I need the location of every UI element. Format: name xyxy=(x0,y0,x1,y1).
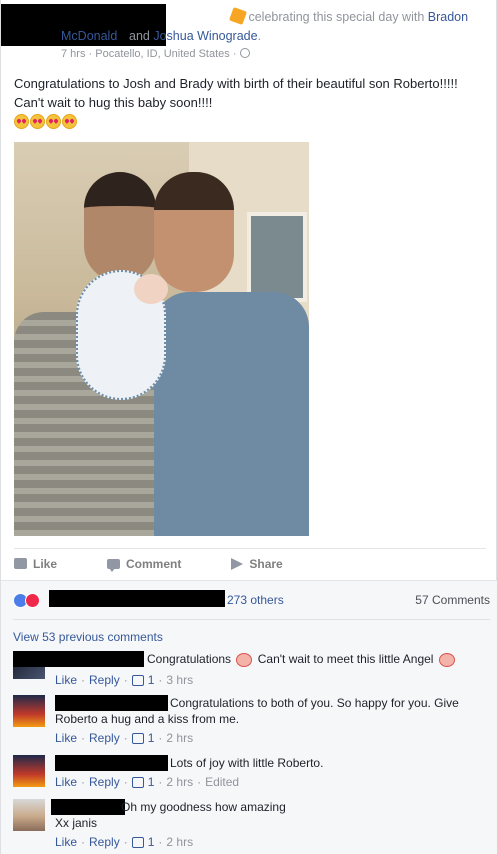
love-reaction-icon xyxy=(25,593,40,608)
like-label: Like xyxy=(33,556,58,571)
comments-count-link[interactable]: 57 Comments xyxy=(415,593,490,607)
comment-text-line-2: Xx janis xyxy=(55,816,98,830)
separator: · xyxy=(232,48,237,60)
photo-baby-face xyxy=(134,274,168,304)
comment-reply-link[interactable]: Reply xyxy=(89,673,120,687)
feedback-section: 273 others 57 Comments View 53 previous … xyxy=(1,580,497,854)
post-meta: 7 hrs · Pocatello, ID, United States · xyxy=(61,48,250,60)
comment-like-count[interactable]: 1 xyxy=(148,673,155,687)
comment-text: Oh my goodness how amazing xyxy=(121,800,286,814)
comment-icon xyxy=(107,558,121,572)
comment-text-part: Can't wait to meet this little Angel xyxy=(257,652,434,666)
facebook-post: celebrating this special day with Bradon… xyxy=(0,0,497,854)
comment-text-part: Congratulations xyxy=(147,652,232,666)
comment-item: Lots of joy with little Roberto. Like · R… xyxy=(13,753,488,797)
thumbs-up-icon xyxy=(131,836,144,848)
comment-item: Congratulations Can't wait to meet this … xyxy=(13,649,488,693)
thumbs-up-icon xyxy=(14,558,27,569)
separator: · xyxy=(88,48,93,60)
period-text: . xyxy=(257,29,262,43)
photo-head-left xyxy=(84,172,156,282)
heart-eyes-emoji-icon xyxy=(14,114,29,129)
reaction-icons[interactable] xyxy=(13,593,40,608)
comment-like-count[interactable]: 1 xyxy=(148,731,155,745)
avatar[interactable] xyxy=(13,695,45,727)
reaction-others-link[interactable]: 273 others xyxy=(227,593,284,607)
heart-face-emoji-icon xyxy=(236,652,253,667)
comment-text-line-2: Roberto a hug and a kiss from me. xyxy=(55,712,240,726)
post-message: Congratulations to Josh and Brady with b… xyxy=(14,76,458,110)
comment-actions: Like · Reply · 1 · 3 hrs xyxy=(55,673,194,687)
post-location[interactable]: Pocatello, ID, United States xyxy=(95,48,230,60)
post-time[interactable]: 7 hrs xyxy=(61,48,85,60)
post-photo[interactable] xyxy=(14,142,309,536)
redacted-reactors xyxy=(49,590,225,607)
comment-text: Lots of joy with little Roberto. xyxy=(170,756,324,770)
redacted-commenter xyxy=(13,651,144,667)
comment-item: Congratulations to both of you. So happy… xyxy=(13,693,488,753)
redacted-commenter xyxy=(51,799,125,815)
photo-head-right xyxy=(154,172,234,292)
heart-eyes-emoji-icon xyxy=(30,114,45,129)
share-icon xyxy=(231,557,244,570)
comment-text: Congratulations to both of you. So happy… xyxy=(170,696,459,710)
celebrate-icon xyxy=(229,7,247,25)
comment-reply-link[interactable]: Reply xyxy=(89,835,120,849)
avatar[interactable] xyxy=(13,755,45,787)
comment-edited-label[interactable]: Edited xyxy=(205,775,239,789)
comment-label: Comment xyxy=(126,556,182,571)
comment-reply-link[interactable]: Reply xyxy=(89,775,120,789)
heart-eyes-emoji-icon xyxy=(46,114,61,129)
comment-like-count[interactable]: 1 xyxy=(148,835,155,849)
redacted-commenter xyxy=(55,755,168,771)
comment-time[interactable]: 2 hrs xyxy=(166,775,193,789)
share-button[interactable]: Share xyxy=(231,556,283,571)
comment-button[interactable]: Comment xyxy=(107,556,182,572)
share-label: Share xyxy=(249,556,283,571)
thumbs-up-icon xyxy=(131,776,144,788)
comment-text: Congratulations Can't wait to meet this … xyxy=(147,651,457,668)
divider xyxy=(13,619,490,620)
comment-time[interactable]: 2 hrs xyxy=(166,731,193,745)
heart-eyes-emoji-icon xyxy=(62,114,77,129)
comment-item: Oh my goodness how amazing Xx janis Like… xyxy=(13,797,488,854)
comment-actions: Like · Reply · 1 · 2 hrs · Edited xyxy=(55,775,240,789)
tagged-wrap: and Joshua Winograde. xyxy=(61,27,261,46)
thumbs-up-icon xyxy=(131,674,144,686)
comment-like-link[interactable]: Like xyxy=(55,775,77,789)
comment-actions: Like · Reply · 1 · 2 hrs xyxy=(55,835,194,849)
photo-person-right xyxy=(154,292,309,536)
comment-like-link[interactable]: Like xyxy=(55,731,77,745)
view-previous-comments-link[interactable]: View 53 previous comments xyxy=(13,630,163,644)
comment-like-link[interactable]: Like xyxy=(55,673,77,687)
like-button[interactable]: Like xyxy=(14,557,57,571)
and-text: and xyxy=(129,29,150,43)
celebrating-text: celebrating this special day with xyxy=(248,10,425,24)
comment-time[interactable]: 3 hrs xyxy=(166,673,193,687)
comment-actions: Like · Reply · 1 · 2 hrs xyxy=(55,731,194,745)
tagged-person-2[interactable]: Joshua Winograde xyxy=(153,29,257,43)
comment-reply-link[interactable]: Reply xyxy=(89,731,120,745)
comment-like-link[interactable]: Like xyxy=(55,835,77,849)
redacted-commenter xyxy=(55,695,168,711)
globe-icon xyxy=(239,48,250,58)
post-actions-bar: Like Comment Share xyxy=(14,548,486,578)
heart-face-emoji-icon xyxy=(438,652,455,667)
photo-frame xyxy=(247,212,307,302)
emoji-row xyxy=(14,114,77,129)
comment-time[interactable]: 2 hrs xyxy=(166,835,193,849)
comment-like-count[interactable]: 1 xyxy=(148,775,155,789)
thumbs-up-icon xyxy=(131,732,144,744)
avatar[interactable] xyxy=(13,799,45,831)
